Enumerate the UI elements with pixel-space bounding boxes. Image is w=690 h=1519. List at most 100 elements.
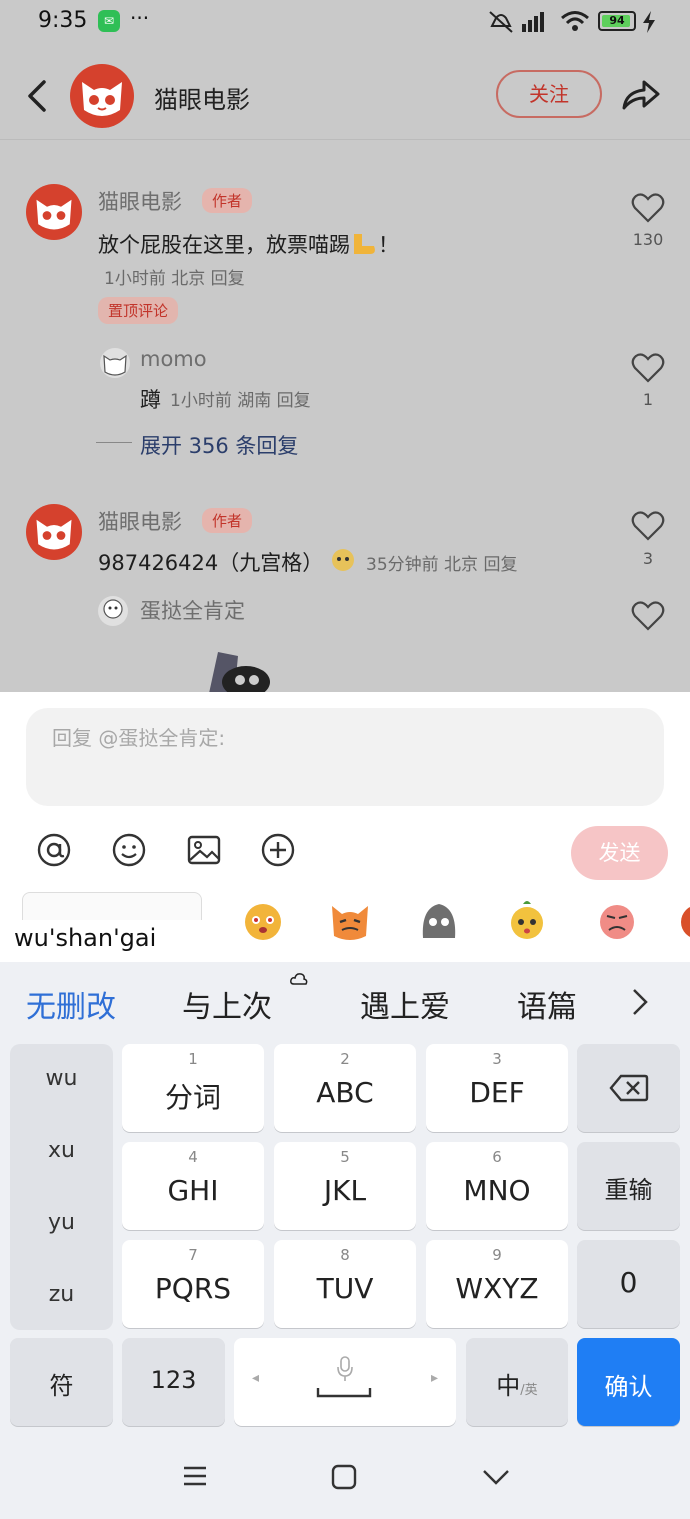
pinned-badge: 置顶评论 bbox=[98, 297, 179, 324]
emoji-shocked-icon[interactable] bbox=[241, 898, 285, 942]
candidate-bar: 无删改 与上次 遇上爱 语篇 bbox=[0, 962, 690, 1042]
comment-text-content: 放个屁股在这里，放票喵踢 bbox=[98, 233, 350, 257]
chevron-down-icon[interactable] bbox=[482, 1468, 510, 1486]
mute-icon bbox=[489, 11, 513, 33]
page-header: 猫眼电影 关注 bbox=[0, 54, 690, 140]
image-icon[interactable] bbox=[186, 832, 222, 868]
key-1[interactable]: 1 分词 bbox=[122, 1044, 264, 1132]
candidate-word[interactable]: 与上次 bbox=[182, 982, 272, 1026]
reply-input[interactable]: 回复 @蛋挞全肯定: bbox=[26, 708, 664, 806]
cloud-icon bbox=[290, 973, 308, 985]
reply-panel: 回复 @蛋挞全肯定: 发送 bbox=[0, 692, 690, 940]
key-0[interactable]: 0 bbox=[577, 1240, 680, 1328]
key-number: 7 bbox=[188, 1246, 198, 1264]
signal-icon bbox=[522, 12, 544, 32]
pinyin-option[interactable]: yu bbox=[10, 1210, 113, 1235]
back-arrow-icon[interactable] bbox=[22, 76, 52, 116]
backspace-icon bbox=[609, 1074, 649, 1102]
reply-avatar[interactable] bbox=[100, 348, 130, 378]
comment-page-backdrop: 9:35 ✉ ··· 94 猫眼电影 关注 猫眼电影 作者 放个屁股在这里，放票… bbox=[0, 0, 690, 692]
key-5[interactable]: 5 JKL bbox=[274, 1142, 416, 1230]
candidate-word[interactable]: 语篇 bbox=[517, 982, 577, 1026]
more-notifications-icon: ··· bbox=[130, 6, 150, 30]
reply-text: 蹲 bbox=[140, 388, 161, 412]
key-8[interactable]: 8 TUV bbox=[274, 1240, 416, 1328]
home-icon[interactable] bbox=[331, 1464, 357, 1490]
reply-meta: 1小时前 湖南 回复 bbox=[170, 391, 311, 411]
status-time: 9:35 bbox=[38, 8, 88, 33]
key-4[interactable]: 4 GHI bbox=[122, 1142, 264, 1230]
key-3[interactable]: 3 DEF bbox=[426, 1044, 568, 1132]
key-label: 确认 bbox=[604, 1373, 653, 1401]
heart-icon[interactable] bbox=[631, 352, 665, 384]
mention-icon[interactable] bbox=[36, 832, 72, 868]
comment-avatar[interactable] bbox=[26, 504, 82, 560]
key-7[interactable]: 7 PQRS bbox=[122, 1240, 264, 1328]
comment-author[interactable]: 猫眼电影 bbox=[98, 186, 182, 216]
key-label: 123 bbox=[150, 1366, 197, 1394]
author-badge: 作者 bbox=[202, 188, 253, 213]
heart-icon[interactable] bbox=[631, 600, 665, 632]
wifi-icon bbox=[561, 11, 589, 31]
heart-icon[interactable] bbox=[631, 192, 665, 224]
comment-avatar[interactable] bbox=[26, 184, 82, 240]
emoji-partial-icon[interactable] bbox=[676, 898, 690, 942]
heart-icon[interactable] bbox=[631, 510, 665, 542]
comment-text: 987426424（九宫格） bbox=[98, 551, 324, 575]
chevron-right-icon[interactable] bbox=[628, 986, 652, 1018]
cat-logo-icon bbox=[36, 519, 72, 550]
comment-author[interactable]: 猫眼电影 bbox=[98, 506, 182, 536]
confirm-key[interactable]: 确认 bbox=[577, 1338, 680, 1426]
key-number: 1 bbox=[188, 1050, 198, 1068]
key-label: 符 bbox=[49, 1372, 74, 1400]
emoji-yellow-face-icon[interactable] bbox=[505, 898, 549, 942]
system-nav-bar bbox=[0, 1440, 690, 1519]
retype-key[interactable]: 重输 bbox=[577, 1142, 680, 1230]
numeric-key[interactable]: 123 bbox=[122, 1338, 225, 1426]
reply-author[interactable]: momo bbox=[140, 347, 207, 371]
emoji-pink-face-icon[interactable] bbox=[595, 898, 639, 942]
key-number: 3 bbox=[492, 1050, 502, 1068]
language-switch-key[interactable]: 中/英 bbox=[466, 1338, 568, 1426]
pinyin-option[interactable]: xu bbox=[10, 1138, 113, 1163]
reply-avatar[interactable] bbox=[98, 596, 128, 626]
key-2[interactable]: 2 ABC bbox=[274, 1044, 416, 1132]
key-number: 9 bbox=[492, 1246, 502, 1264]
reply-sticker-image[interactable] bbox=[198, 648, 276, 692]
like-count: 1 bbox=[642, 390, 654, 409]
key-label: DEF bbox=[469, 1076, 525, 1109]
key-9[interactable]: 9 WXYZ bbox=[426, 1240, 568, 1328]
follow-button[interactable]: 关注 bbox=[496, 70, 602, 118]
pinyin-options: wu xu yu zu bbox=[10, 1044, 113, 1330]
emoji-angry-cat-icon[interactable] bbox=[328, 898, 372, 942]
key-number: 2 bbox=[340, 1050, 350, 1068]
ime-composition: wu'shan'gai bbox=[0, 920, 205, 962]
symbol-key[interactable]: 符 bbox=[10, 1338, 113, 1426]
candidate-word[interactable]: 遇上爱 bbox=[360, 982, 450, 1026]
pinyin-option[interactable]: wu bbox=[10, 1066, 113, 1091]
backspace-key[interactable] bbox=[577, 1044, 680, 1132]
sticker-emoji-icon bbox=[332, 549, 354, 571]
pinyin-option[interactable]: zu bbox=[10, 1282, 113, 1307]
channel-title: 猫眼电影 bbox=[154, 86, 250, 114]
menu-icon[interactable] bbox=[182, 1464, 208, 1488]
expand-replies-link[interactable]: 展开 356 条回复 bbox=[140, 430, 298, 460]
key-6[interactable]: 6 MNO bbox=[426, 1142, 568, 1230]
cursor-left-icon: ◂ bbox=[252, 1370, 260, 1386]
key-label: TUV bbox=[316, 1272, 374, 1305]
channel-avatar[interactable] bbox=[70, 64, 134, 128]
battery-percent: 94 bbox=[609, 14, 625, 27]
key-label: PQRS bbox=[154, 1272, 232, 1305]
share-icon[interactable] bbox=[618, 74, 662, 116]
emoji-grey-blob-icon[interactable] bbox=[417, 898, 461, 942]
reply-author[interactable]: 蛋挞全肯定 bbox=[140, 595, 245, 625]
emoji-icon[interactable] bbox=[111, 832, 147, 868]
add-icon[interactable] bbox=[260, 832, 296, 868]
foot-emoji-icon bbox=[354, 234, 375, 254]
space-key[interactable]: ◂ ▸ bbox=[234, 1338, 456, 1426]
comment-text: 放个屁股在这里，放票喵踢！ bbox=[98, 233, 399, 257]
candidate-word[interactable]: 无删改 bbox=[26, 982, 116, 1026]
battery-icon: 94 bbox=[598, 11, 636, 31]
send-button[interactable]: 发送 bbox=[571, 826, 668, 880]
microphone-icon bbox=[337, 1356, 353, 1381]
